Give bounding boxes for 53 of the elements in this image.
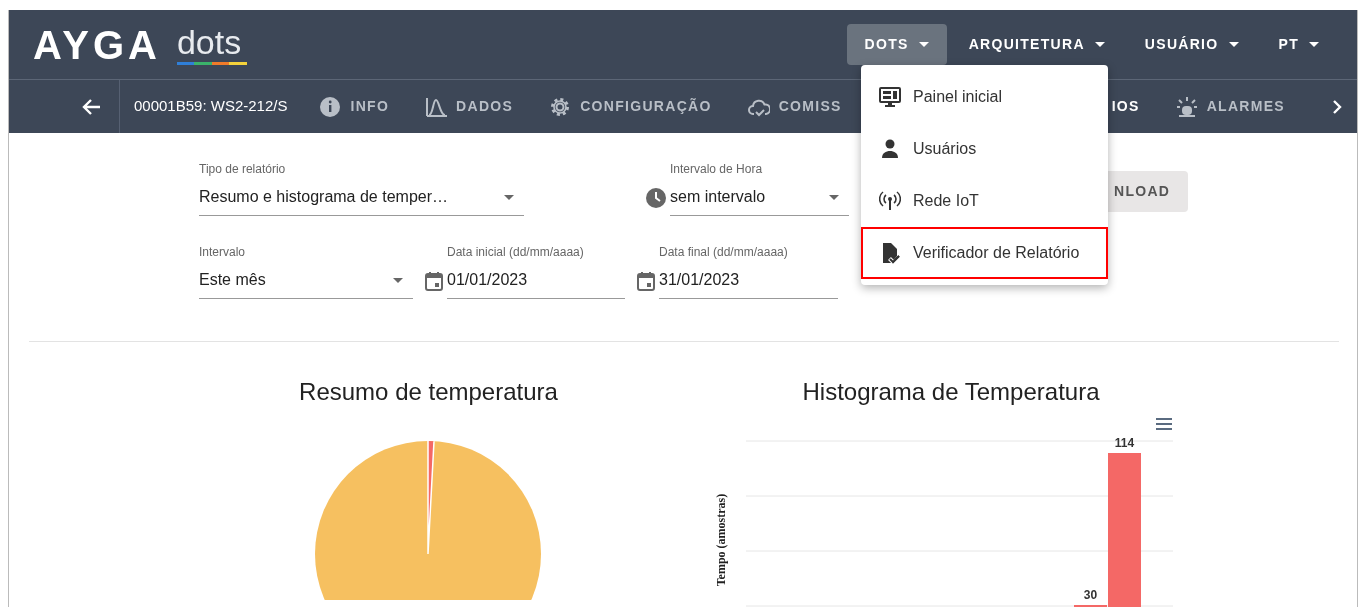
menu-button[interactable]: PT [1260,24,1337,65]
menu-button[interactable]: ARQUITETURA [950,24,1123,65]
select-field[interactable]: 01/01/2023 [447,262,625,299]
chart-title: Histograma de Temperatura [801,377,1101,407]
menu-icon[interactable] [1155,418,1173,430]
select-field[interactable]: Este mês [199,262,413,299]
curve-icon [425,95,448,118]
tab[interactable]: COMISS [747,95,842,118]
tab[interactable]: IOS [1111,96,1140,117]
tab[interactable]: CONFIGURAÇÃO [549,95,712,118]
rainbow-underline [176,61,247,65]
tab[interactable]: INFO [319,95,390,118]
person-icon [879,138,901,160]
field-label: Intervalo [199,246,247,258]
caret-icon [393,277,403,283]
data-label: 30 [1083,588,1098,602]
menu-item[interactable]: Usuários [861,123,1108,175]
select-field[interactable]: 31/01/2023 [659,262,838,299]
axis-title: Tempo (amostras) [714,493,728,587]
alarm-light-icon [1175,95,1198,118]
caret-icon [1094,42,1105,47]
menu-button[interactable]: USUÁRIO [1126,24,1257,65]
clock-icon [646,188,666,208]
data-label: 114 [1114,436,1135,450]
menu-item[interactable]: Rede IoT [861,175,1108,227]
tab[interactable]: DADOS [425,95,514,118]
caret-icon [1228,42,1239,47]
device-id: 00001B59: WS2-212/S [134,96,288,117]
back-arrow-icon[interactable] [81,97,101,116]
select-field[interactable]: sem intervalo [670,179,849,216]
menu-button[interactable]: DOTS [846,24,947,65]
calendar-icon [637,271,655,291]
antenna-icon [879,190,901,212]
info-icon [319,95,342,118]
brand-logo: AYGA [33,24,161,65]
field-label: Data inicial (dd/mm/aaaa) [447,246,585,258]
field-label: Data final (dd/mm/aaaa) [659,246,789,258]
menu-item[interactable]: Painel inicial [861,71,1108,123]
field-label: Tipo de relatório [199,163,287,175]
select-field[interactable]: Resumo e histograma de temper… [199,179,524,216]
caret-icon [1309,42,1319,47]
chart-title: Resumo de temperatura [299,377,558,407]
product-name: dots [176,24,243,59]
caret-icon [504,194,514,200]
gear-icon [549,95,572,118]
caret-icon [918,42,929,47]
field-label: Intervalo de Hora [670,163,764,175]
tab[interactable]: ALARMES [1175,95,1285,118]
menu-item[interactable]: Verificador de Relatório [861,227,1108,279]
caret-icon [829,194,839,200]
calendar-icon [425,271,443,291]
monitor-icon [879,86,901,108]
chevron-right-icon[interactable] [1331,98,1343,115]
